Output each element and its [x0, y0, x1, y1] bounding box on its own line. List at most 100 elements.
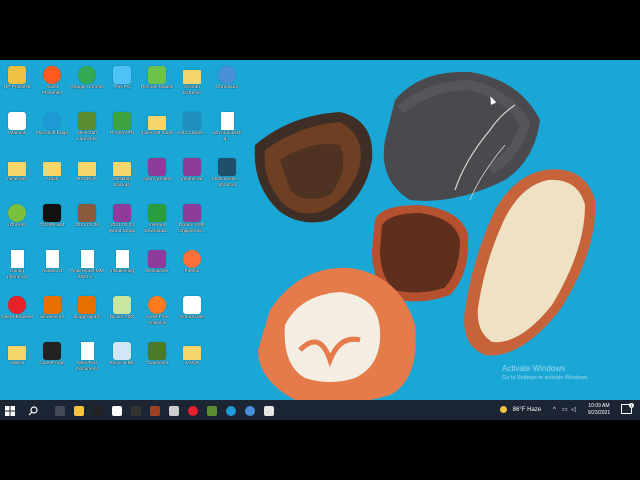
desktop-icon-label: Avast Free Antivirus [145, 315, 169, 326]
desktop-icon[interactable]: List of publish d... [210, 108, 244, 152]
chevron-up-icon[interactable]: ^ [553, 400, 556, 420]
desktop-icon[interactable]: VideoScribe [175, 292, 209, 336]
clock[interactable]: 10:09 AM 9/23/2021 [582, 403, 616, 417]
app-icon[interactable] [261, 402, 277, 418]
notepad-icon[interactable] [109, 402, 125, 418]
desktop-icon[interactable]: Microsoft Edge [35, 108, 69, 152]
desktop-icon[interactable]: This PC [105, 62, 139, 106]
text-file-icon [115, 250, 129, 268]
desktop-icon[interactable]: windeed.jre [35, 292, 69, 336]
network-icon[interactable]: ▭ [562, 400, 568, 420]
desktop-icon-label: BACKUP [77, 177, 97, 182]
desktop-icon-label: CurseForge [39, 361, 65, 366]
winrar-icon [148, 158, 166, 176]
recycle-bin-icon [113, 342, 131, 360]
desktop-icon[interactable]: TLauncher [140, 338, 174, 382]
desktop-icon[interactable]: Chromium [210, 62, 244, 106]
desktop-icon-grid: HP ProDesk Vitamins minecraft uTorrent Confi… [0, 60, 250, 400]
docx-icon [220, 112, 234, 130]
desktop-icon[interactable]: minecraft [0, 154, 34, 198]
desktop-icon-label: Config phone.txt [7, 269, 27, 280]
desktop-icon[interactable]: 2021 01 26 [70, 200, 104, 244]
desktop-icon[interactable]: Ajan's project [140, 154, 174, 198]
desktop-icon[interactable]: Dream SMP Original Sk... [175, 200, 209, 244]
activate-windows-watermark: Activate Windows Go to Settings to activ… [502, 364, 589, 381]
desktop-icon[interactable]: CurseForge [35, 338, 69, 382]
desktop-icon[interactable]: iphone.rar [175, 154, 209, 198]
opera-icon[interactable] [185, 402, 201, 418]
desktop-icon[interactable]: HP ProDesk [0, 62, 34, 106]
desktop-icon[interactable]: ArtLib [35, 154, 69, 198]
winrar-icon [148, 250, 166, 268]
desktop-icon[interactable]: Google Chrome [70, 62, 104, 106]
desktop-icon[interactable]: Internet Download... [140, 200, 174, 244]
task-view-icon[interactable] [52, 402, 68, 418]
folder-icon [113, 162, 131, 176]
desktop-icon[interactable]: Vitamins [0, 108, 34, 152]
file-explorer-icon[interactable] [71, 402, 87, 418]
search-icon[interactable] [25, 402, 41, 418]
desktop-icon-label: Final report MM 2021.x... [70, 269, 104, 280]
desktop-icon[interactable]: Remote Mouse [140, 62, 174, 106]
desktop-icon-label: Microsoft Edge [36, 131, 68, 136]
desktop-icon[interactable]: blogprogram [70, 292, 104, 336]
desktop-icon-label: New Text Document [76, 361, 98, 372]
desktop-icon[interactable]: minecraft mods [140, 108, 174, 152]
desktop-icon[interactable]: JAVQs [175, 338, 209, 382]
desktop-icon[interactable]: 7z1900-x64 [35, 200, 69, 244]
edge-icon[interactable] [223, 402, 239, 418]
desktop-icon-label: ProtonVPN [110, 131, 134, 136]
desktop-icon[interactable]: smooth Extreme [175, 62, 209, 106]
desktop-icon-label: Recycle Bin [109, 361, 135, 366]
desktop-icon[interactable]: New Text Document [70, 338, 104, 382]
desktop-icon[interactable]: Firefox [175, 246, 209, 290]
desktop-icon[interactable]: uTorrent [0, 200, 34, 244]
firefox-icon [183, 250, 201, 268]
desktop-icon[interactable]: ProtonVPN [105, 108, 139, 152]
desktop-icon[interactable]: Desktop Backup [105, 154, 139, 198]
weather-widget[interactable]: 86°F Haze [500, 400, 541, 420]
desktop-icon-label: windeed.jre [39, 315, 65, 320]
desktop-icon[interactable]: Shotcut ele... - Shortcut [210, 154, 244, 198]
desktop-icon[interactable]: Bloom TDX [105, 292, 139, 336]
volume-icon[interactable]: ◁ [571, 400, 576, 420]
desktop-icon-label: Google Chrome [70, 85, 104, 90]
desktop-icon[interactable]: Minecraft Launcher [70, 108, 104, 152]
folder-icon [8, 162, 26, 176]
desktop-icon-label: This PC [113, 85, 131, 90]
desktop-icon[interactable]: Final report MM 2021.x... [70, 246, 104, 290]
photo-icon[interactable] [147, 402, 163, 418]
desktop-icon[interactable]: Config phone.txt [0, 246, 34, 290]
folder-icon [8, 346, 26, 360]
activate-subtitle: Go to Settings to activate Windows. [502, 375, 589, 381]
notification-count: 1 [629, 403, 634, 408]
remote-mouse-icon [148, 66, 166, 84]
desktop-icon-label: Vitamins [7, 131, 27, 136]
desktop-icon[interactable]: 2021 03 24 World Setup [105, 200, 139, 244]
opera-icon [8, 296, 26, 314]
desktop-icon[interactable]: Avast Presenter [35, 62, 69, 106]
java-icon [78, 296, 96, 314]
chromium-icon [218, 66, 236, 84]
desktop-icon[interactable]: Resources [140, 246, 174, 290]
minecraft-icon[interactable] [204, 402, 220, 418]
desktop-icon[interactable]: Adobe.txt [35, 246, 69, 290]
desktop-icon[interactable]: Recycle Bin [105, 338, 139, 382]
desktop-icon[interactable]: Avast Free Antivirus [140, 292, 174, 336]
desktop-icon[interactable]: Opera Browser [0, 292, 34, 336]
pubg-icon[interactable] [90, 402, 106, 418]
desktop-icon[interactable]: BACKUP [70, 154, 104, 198]
winrar-icon [183, 158, 201, 176]
desktop-icon[interactable]: installer.log [105, 246, 139, 290]
chromium-icon[interactable] [242, 402, 258, 418]
desktop-icon-label: Dream SMP Original Sk... [178, 223, 206, 234]
terminal-icon[interactable] [128, 402, 144, 418]
windows-start-icon[interactable] [2, 402, 18, 418]
desktop-icon-label: Remote Mouse [140, 85, 174, 90]
desktop-icon[interactable]: Videos [0, 338, 34, 382]
desktop-icon-label: ArtLib [45, 177, 59, 182]
folder-icon [183, 346, 201, 360]
desktop-icon[interactable]: Auto Clicker... [175, 108, 209, 152]
settings-icon[interactable] [166, 402, 182, 418]
notification-center-icon[interactable]: 1 [621, 400, 634, 420]
